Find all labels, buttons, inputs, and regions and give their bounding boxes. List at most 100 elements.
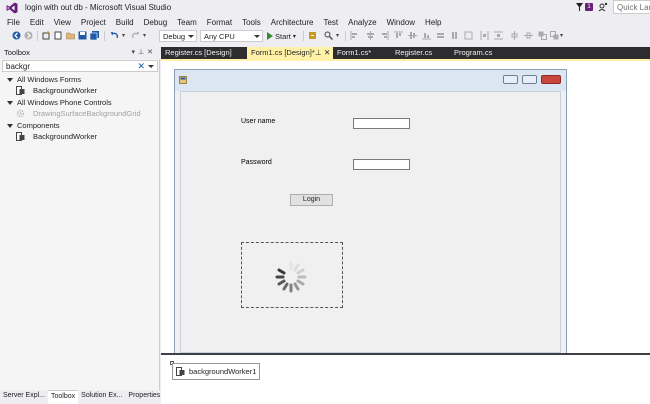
toolbox-title: Toolbox [4,48,30,57]
navigate-forward-icon[interactable] [24,31,33,40]
password-textbox[interactable] [353,159,410,170]
tab-toolbox[interactable]: Toolbox [48,390,79,404]
menu-debug[interactable]: Debug [139,18,173,27]
expanded-triangle-icon [7,100,13,105]
menu-build[interactable]: Build [111,18,139,27]
form-close-icon [541,75,561,84]
menu-edit[interactable]: Edit [25,18,49,27]
make-same-width-icon [437,33,444,38]
align-centers-icon [367,31,374,40]
menu-file[interactable]: File [2,18,25,27]
window-title: login with out db - Microsoft Visual Stu… [25,3,172,12]
expanded-triangle-icon [7,77,13,82]
quick-launch-input[interactable]: Quick Launch [613,0,650,14]
loading-spinner-icon [275,261,307,293]
toolbox-header: Toolbox ▾⊥✕ [0,47,160,59]
send-to-back-icon [550,31,559,40]
start-label: Start [275,31,291,41]
play-icon [267,32,273,40]
tab-solution-explorer[interactable]: Solution Ex... [78,390,125,404]
align-bottoms-icon [422,33,431,40]
menu-bar: File Edit View Project Build Debug Team … [0,16,650,29]
tray-component-backgroundworker1[interactable]: backgroundWorker1 [172,363,260,380]
toolbox-item-backgroundworker[interactable]: BackgroundWorker [0,85,158,96]
toolbox-item-backgroundworker[interactable]: BackgroundWorker [0,131,158,142]
undo-dropdown-icon[interactable]: ▾ [122,32,125,39]
pin-icon[interactable]: ⊥ [138,49,147,56]
menu-team[interactable]: Team [172,18,202,27]
new-project-icon[interactable] [42,31,51,40]
login-button[interactable]: Login [290,194,333,206]
align-tops-icon [394,31,403,38]
toolbar-options-icon[interactable]: ▾ [560,32,563,39]
tab-label: Form1.cs [Design]* [251,48,315,57]
start-dropdown-icon: ▾ [292,33,296,40]
password-label[interactable]: Password [241,159,272,166]
save-icon[interactable] [78,31,87,40]
form-client-area [180,91,561,353]
toolbox-group-windows-phone-controls[interactable]: All Windows Phone Controls [0,97,158,108]
clear-search-icon[interactable]: ✕ [137,61,145,72]
menu-analyze[interactable]: Analyze [343,18,381,27]
attach-icon[interactable] [308,31,317,40]
navigate-back-icon[interactable] [12,31,21,40]
new-item-icon[interactable] [54,31,63,40]
configuration-select[interactable]: Debug [159,30,197,42]
toolbox-panel: Toolbox ▾⊥✕ backgr ✕ All Windows Forms B… [0,47,160,390]
menu-test[interactable]: Test [318,18,343,27]
toolbox-group-components[interactable]: Components [0,120,158,131]
menu-window[interactable]: Window [382,18,420,27]
make-same-height-icon [452,32,457,39]
menu-tools[interactable]: Tools [237,18,266,27]
redo-icon[interactable] [131,31,140,40]
pin-tab-icon[interactable]: ⊥ [315,48,322,57]
loading-picture-box[interactable] [241,242,343,308]
standard-toolbar: ▾ ▾ Debug Any CPU Start ▾ ▾ ▾ [0,29,650,43]
maximize-icon [522,75,537,84]
redo-dropdown-icon[interactable]: ▾ [143,32,146,39]
item-label: BackgroundWorker [33,86,98,95]
menu-help[interactable]: Help [420,18,446,27]
group-label: Components [17,121,60,130]
platform-select[interactable]: Any CPU [200,30,263,42]
center-horizontally-icon [511,31,518,40]
item-label: BackgroundWorker [33,132,98,141]
toolbox-group-all-windows-forms[interactable]: All Windows Forms [0,74,158,85]
tab-register-code[interactable]: Register.cs [391,47,436,59]
start-debugging-button[interactable]: Start ▾ [267,30,296,42]
tab-server-explorer[interactable]: Server Expl... [0,390,48,404]
open-folder-icon[interactable] [66,31,75,40]
group-label: All Windows Forms [17,75,82,84]
menu-format[interactable]: Format [202,18,237,27]
username-label[interactable]: User name [241,118,275,125]
form1-designer-window[interactable] [174,69,567,356]
find-dropdown-icon[interactable]: ▾ [336,32,339,39]
search-dropdown-icon[interactable] [148,65,154,68]
find-icon[interactable] [324,31,333,40]
component-icon [16,86,25,95]
toolbox-search-input[interactable]: backgr ✕ [2,60,158,72]
vertical-spacing-icon [494,31,503,40]
form-caption-bar [175,70,566,91]
center-vertically-icon [524,32,533,39]
username-textbox[interactable] [353,118,410,129]
form-icon [179,76,187,84]
undo-icon[interactable] [110,31,119,40]
tab-form1-design[interactable]: Form1.cs [Design]* ⊥ ✕ [247,47,333,59]
tab-properties[interactable]: Properties [125,390,163,404]
component-name: backgroundWorker1 [189,367,257,376]
save-all-icon[interactable] [90,31,99,40]
feedback-icon[interactable] [598,2,608,12]
menu-architecture[interactable]: Architecture [266,18,319,27]
toolbox-item-drawingsurfacebackgroundgrid: DrawingSurfaceBackgroundGrid [0,108,158,119]
close-tab-icon[interactable]: ✕ [324,48,330,57]
tab-form1-code[interactable]: Form1.cs* [333,47,375,59]
menu-view[interactable]: View [49,18,76,27]
tab-register-design[interactable]: Register.cs [Design] [161,47,236,59]
menu-project[interactable]: Project [76,18,111,27]
close-icon[interactable]: ✕ [147,49,156,56]
align-lefts-icon [350,31,357,40]
tab-program-code[interactable]: Program.cs [450,47,496,59]
document-tab-strip: Register.cs [Design] Form1.cs [Design]* … [161,47,650,59]
size-to-grid-icon [464,31,473,40]
